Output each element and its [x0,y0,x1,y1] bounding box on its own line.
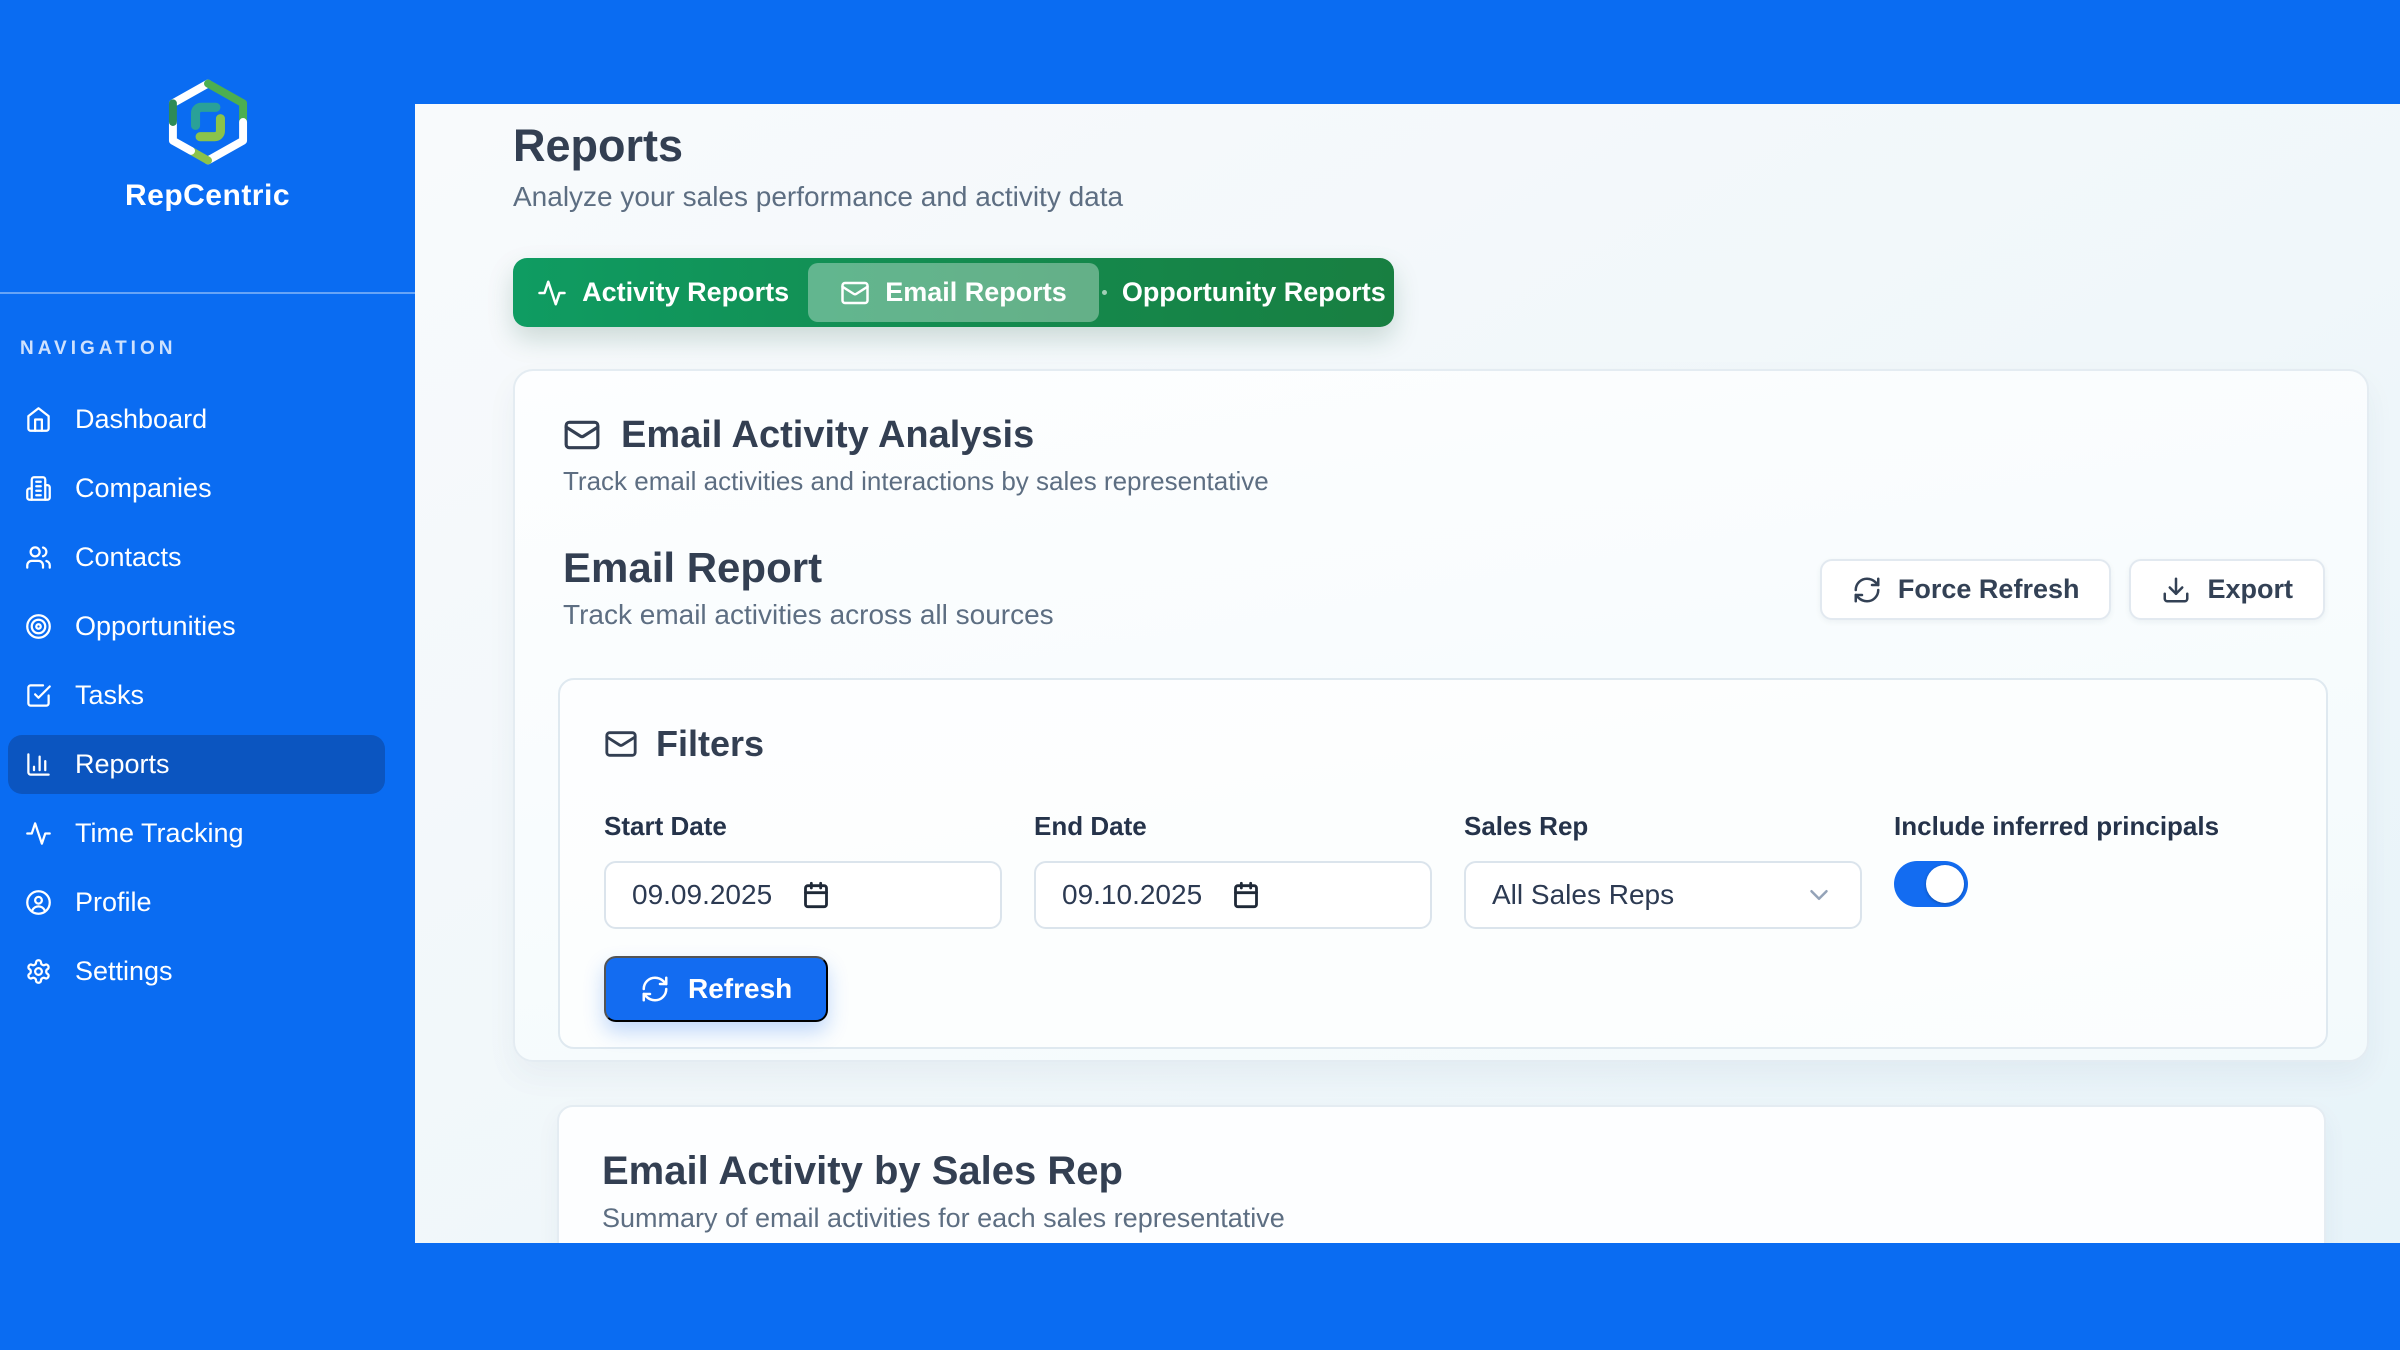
card-title: Email Activity Analysis [621,414,1034,457]
brand-name: RepCentric [125,179,290,213]
section-title: Email Activity by Sales Rep [602,1148,2324,1194]
force-refresh-label: Force Refresh [1898,574,2080,605]
force-refresh-button[interactable]: Force Refresh [1820,559,2112,620]
tab-label: Activity Reports [582,277,789,308]
repcentric-logo-icon [167,79,249,165]
sidebar-nav: Dashboard Companies Contacts Opportuniti… [0,390,415,1001]
main-panel: Reports Analyze your sales performance a… [415,104,2400,1243]
card-header: Email Activity Analysis [563,413,2367,457]
check-square-icon [25,682,52,709]
sidebar-item-reports[interactable]: Reports [8,735,385,794]
report-actions: Force Refresh Export [1820,559,2325,620]
filters-card: Filters Start Date 09.09.2025 End Date 0… [558,678,2328,1049]
building-icon [25,475,52,502]
toggle-knob [1926,865,1964,903]
bar-chart-icon [25,751,52,778]
section-subtitle: Summary of email activities for each sal… [602,1202,2324,1234]
card-subtitle: Track email activities and interactions … [563,465,2367,497]
export-label: Export [2207,574,2293,605]
sales-rep-value: All Sales Reps [1492,879,1674,911]
refresh-button[interactable]: Refresh [604,956,828,1022]
page-title: Reports [513,120,2400,172]
sidebar-item-label: Settings [75,956,173,987]
nav-section-label: NAVIGATION [20,338,415,360]
sidebar-item-settings[interactable]: Settings [8,942,385,1001]
start-date-field: Start Date 09.09.2025 [604,813,1002,929]
end-date-value: 09.10.2025 [1062,879,1202,911]
app-root: RepCentric NAVIGATION Dashboard Companie… [0,0,2400,1350]
mail-icon [563,416,601,454]
target-icon [25,613,52,640]
users-icon [25,544,52,571]
tab-activity-reports[interactable]: Activity Reports [518,263,808,322]
calendar-icon[interactable] [802,881,830,909]
sidebar-item-companies[interactable]: Companies [8,459,385,518]
export-button[interactable]: Export [2129,559,2325,620]
include-inferred-field: Include inferred principals [1894,813,2219,907]
sidebar-item-label: Opportunities [75,611,236,642]
sidebar-item-label: Contacts [75,542,182,573]
chevron-down-icon [1804,880,1834,910]
sidebar-item-label: Dashboard [75,404,207,435]
tab-label: Email Reports [885,277,1067,308]
mail-icon [840,278,870,308]
filters-header: Filters [604,720,2326,768]
email-activity-analysis-card: Email Activity Analysis Track email acti… [513,369,2369,1062]
download-icon [2161,575,2191,605]
tab-label: Opportunity Reports [1122,277,1386,308]
include-inferred-toggle[interactable] [1894,861,1968,907]
tab-email-reports[interactable]: Email Reports [808,263,1098,322]
sidebar-item-dashboard[interactable]: Dashboard [8,390,385,449]
sales-rep-select[interactable]: All Sales Reps [1464,861,1862,929]
refresh-icon [1852,575,1882,605]
include-inferred-label: Include inferred principals [1894,813,2219,839]
sidebar-item-label: Time Tracking [75,818,244,849]
sidebar-item-label: Companies [75,473,212,504]
start-date-label: Start Date [604,813,1002,839]
brand-logo-block: RepCentric [0,0,415,294]
tab-opportunity-reports[interactable]: Opportunity Reports [1099,263,1389,322]
sales-rep-field: Sales Rep All Sales Reps [1464,813,1862,929]
calendar-icon[interactable] [1232,881,1260,909]
report-tabbar: Activity Reports Email Reports Opportuni… [513,258,1394,327]
sidebar-item-contacts[interactable]: Contacts [8,528,385,587]
start-date-value: 09.09.2025 [632,879,772,911]
sidebar-item-tasks[interactable]: Tasks [8,666,385,725]
refresh-label: Refresh [688,973,792,1005]
filters-title: Filters [656,723,764,765]
sidebar-item-label: Tasks [75,680,144,711]
sidebar-item-profile[interactable]: Profile [8,873,385,932]
mail-icon [604,727,638,761]
refresh-icon [640,974,670,1004]
gear-icon [25,958,52,985]
sidebar-item-label: Reports [75,749,170,780]
end-date-input[interactable]: 09.10.2025 [1034,861,1432,929]
page-subtitle: Analyze your sales performance and activ… [513,180,2400,214]
user-circle-icon [25,889,52,916]
home-icon [25,406,52,433]
email-activity-by-rep-card: Email Activity by Sales Rep Summary of e… [557,1105,2326,1243]
sidebar-item-time-tracking[interactable]: Time Tracking [8,804,385,863]
dot-icon [1102,290,1107,295]
activity-icon [25,820,52,847]
start-date-input[interactable]: 09.09.2025 [604,861,1002,929]
sidebar-item-label: Profile [75,887,152,918]
sidebar-item-opportunities[interactable]: Opportunities [8,597,385,656]
end-date-field: End Date 09.10.2025 [1034,813,1432,929]
end-date-label: End Date [1034,813,1432,839]
sales-rep-label: Sales Rep [1464,813,1862,839]
activity-icon [537,278,567,308]
sidebar: RepCentric NAVIGATION Dashboard Companie… [0,0,415,1243]
